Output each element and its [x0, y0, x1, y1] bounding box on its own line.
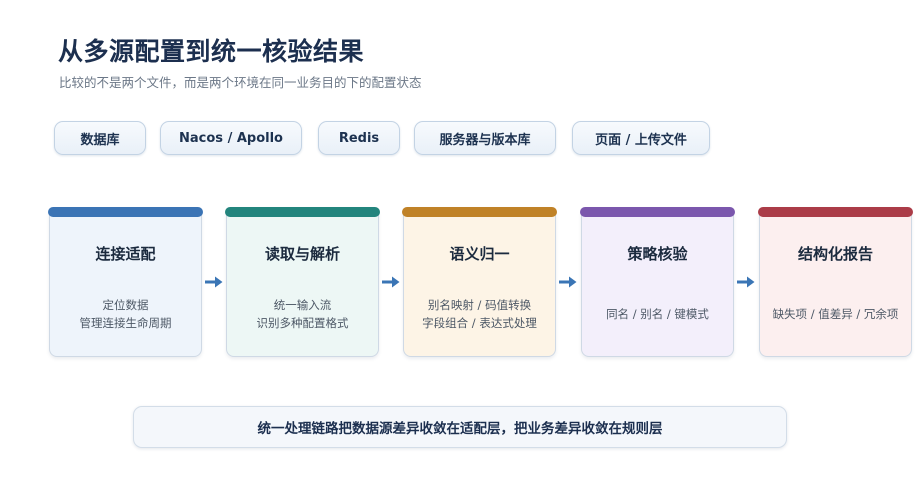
summary-note: 统一处理链路把数据源差异收敛在适配层，把业务差异收敛在规则层 [133, 406, 787, 448]
source-chip-nacos-apollo: Nacos / Apollo [160, 121, 302, 155]
page-subtitle: 比较的不是两个文件，而是两个环境在同一业务目的下的配置状态 [59, 75, 422, 90]
step-card-semantic-normalize: 语义归一 别名映射 / 码值转换 字段组合 / 表达式处理 [403, 207, 556, 357]
step-line: 管理连接生命周期 [79, 316, 172, 330]
step-line: 统一输入流 [273, 298, 332, 312]
step-line: 字段组合 / 表达式处理 [422, 316, 537, 330]
step-accent-bar [48, 207, 203, 217]
source-chip-database: 数据库 [54, 121, 146, 155]
step-line: 缺失项 / 值差异 / 冗余项 [772, 307, 899, 321]
step-description: 别名映射 / 码值转换 字段组合 / 表达式处理 [404, 296, 555, 332]
step-description: 定位数据 管理连接生命周期 [50, 296, 201, 332]
step-title: 读取与解析 [264, 245, 340, 263]
step-description: 同名 / 别名 / 键模式 [582, 305, 733, 323]
source-chip-redis: Redis [318, 121, 400, 155]
arrow-right-icon [382, 276, 400, 288]
step-line: 同名 / 别名 / 键模式 [606, 307, 709, 321]
source-chip-page-upload: 页面 / 上传文件 [572, 121, 710, 155]
step-accent-bar [402, 207, 557, 217]
arrow-right-icon [559, 276, 577, 288]
page-title: 从多源配置到统一核验结果 [58, 37, 365, 66]
step-card-read-parse: 读取与解析 统一输入流 识别多种配置格式 [226, 207, 379, 357]
step-title: 语义归一 [449, 245, 510, 263]
step-accent-bar [225, 207, 380, 217]
step-description: 统一输入流 识别多种配置格式 [227, 296, 378, 332]
source-chip-server-repo: 服务器与版本库 [414, 121, 556, 155]
step-line: 定位数据 [102, 298, 149, 312]
step-card-structured-report: 结构化报告 缺失项 / 值差异 / 冗余项 [759, 207, 912, 357]
arrow-right-icon [737, 276, 755, 288]
step-accent-bar [580, 207, 735, 217]
step-line: 别名映射 / 码值转换 [427, 298, 532, 312]
step-description: 缺失项 / 值差异 / 冗余项 [760, 305, 911, 323]
step-accent-bar [758, 207, 913, 217]
step-title: 结构化报告 [797, 245, 873, 263]
step-title: 策略核验 [627, 245, 688, 263]
step-title: 连接适配 [95, 245, 156, 263]
step-line: 识别多种配置格式 [256, 316, 349, 330]
step-card-connection-adapter: 连接适配 定位数据 管理连接生命周期 [49, 207, 202, 357]
step-card-policy-check: 策略核验 同名 / 别名 / 键模式 [581, 207, 734, 357]
arrow-right-icon [205, 276, 223, 288]
